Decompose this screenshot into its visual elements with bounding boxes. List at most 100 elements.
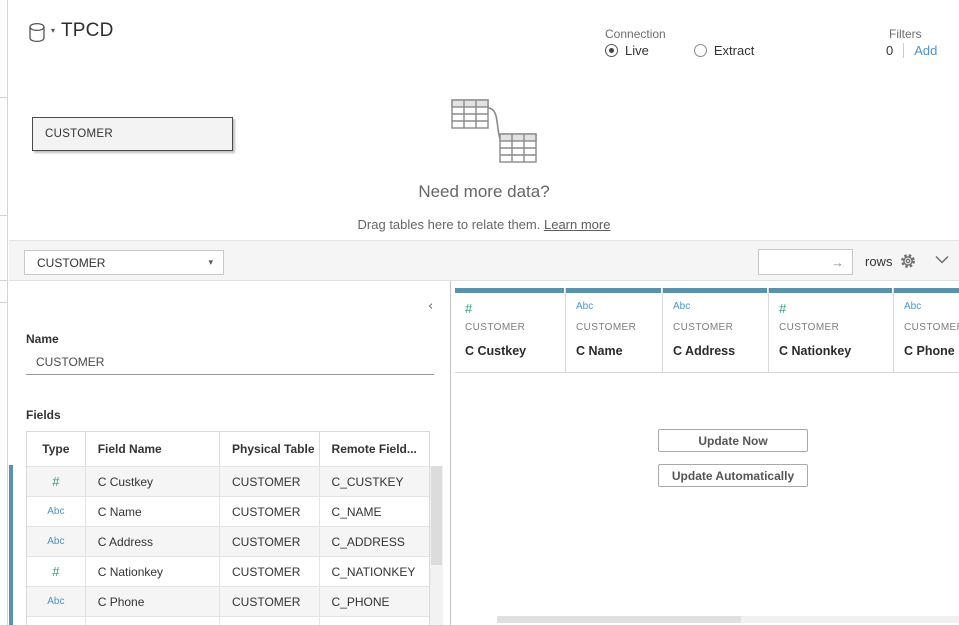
- field-name-cell: C Address: [85, 527, 219, 556]
- update-automatically-button[interactable]: Update Automatically: [658, 464, 808, 487]
- column-accent-bar: [566, 288, 661, 293]
- fields-table-header: Type Field Name Physical Table Remote Fi…: [27, 432, 429, 466]
- connection-options: Live Extract: [605, 43, 754, 58]
- field-name-cell: C Custkey: [85, 467, 219, 496]
- database-menu-caret-icon[interactable]: ▾: [51, 26, 55, 35]
- row-count-input[interactable]: →: [758, 249, 853, 275]
- col-header-remote-field[interactable]: Remote Field...: [319, 432, 429, 466]
- column-table-name: CUSTOMER: [673, 322, 733, 333]
- learn-more-link[interactable]: Learn more: [544, 217, 610, 232]
- update-now-button[interactable]: Update Now: [658, 429, 808, 452]
- remote-field-cell: C_NAME: [319, 497, 429, 526]
- data-grid-headers: # CUSTOMER C Custkey Abc CUSTOMER C Name…: [455, 288, 959, 373]
- grid-column-header[interactable]: Abc CUSTOMER C Phone: [894, 288, 959, 372]
- live-radio[interactable]: [605, 44, 618, 57]
- connection-label: Connection: [605, 27, 666, 41]
- column-accent-bar: [455, 288, 564, 293]
- field-type-icon: Abc: [673, 301, 690, 312]
- field-type-icon: Abc: [904, 301, 921, 312]
- table-row[interactable]: # C Nationkey CUSTOMER C_NATIONKEY: [27, 556, 429, 586]
- physical-table-cell: CUSTOMER: [219, 527, 319, 556]
- column-field-name: C Name: [576, 344, 623, 358]
- field-type-icon: #: [779, 301, 786, 316]
- col-header-type[interactable]: Type: [27, 432, 85, 466]
- chevron-down-icon: ▾: [208, 257, 213, 268]
- table-row[interactable]: [27, 616, 429, 626]
- column-table-name: CUSTOMER: [904, 322, 959, 333]
- apply-rows-arrow-icon[interactable]: →: [831, 255, 844, 270]
- physical-table-cell: CUSTOMER: [219, 557, 319, 586]
- physical-table-cell: CUSTOMER: [219, 497, 319, 526]
- datasource-header: ▾ TPCD Connection Live Extract Filters 0…: [9, 0, 959, 86]
- table-name-field[interactable]: CUSTOMER: [26, 349, 434, 375]
- filters-separator: [903, 43, 904, 58]
- table-row[interactable]: Abc C Name CUSTOMER C_NAME: [27, 496, 429, 526]
- column-field-name: C Nationkey: [779, 344, 851, 358]
- add-filter-link[interactable]: Add: [914, 43, 937, 58]
- datasource-page: ▾ TPCD Connection Live Extract Filters 0…: [0, 0, 959, 626]
- fields-label: Fields: [26, 408, 61, 422]
- table-select-dropdown[interactable]: CUSTOMER ▾: [24, 250, 224, 275]
- fields-table-accent-bar: [9, 465, 13, 625]
- col-header-field-name[interactable]: Field Name: [85, 432, 219, 466]
- relate-tables-illustration-icon: [438, 96, 542, 166]
- physical-table-cell: CUSTOMER: [219, 467, 319, 496]
- field-name-cell: C Nationkey: [85, 557, 219, 586]
- scrollbar-thumb[interactable]: [431, 466, 442, 565]
- column-field-name: C Custkey: [465, 344, 526, 358]
- column-table-name: CUSTOMER: [576, 322, 636, 333]
- collapse-panel-chevron-icon[interactable]: ‹: [428, 299, 433, 314]
- field-type-icon[interactable]: #: [52, 564, 59, 579]
- field-type-icon[interactable]: Abc: [47, 536, 64, 547]
- pane-divider: [0, 215, 8, 216]
- customer-table-node[interactable]: CUSTOMER: [32, 117, 233, 151]
- table-details-toolbar: CUSTOMER ▾ → rows: [9, 241, 959, 281]
- remote-field-cell: C_ADDRESS: [319, 527, 429, 556]
- filters-count: 0: [886, 43, 893, 58]
- data-grid: # CUSTOMER C Custkey Abc CUSTOMER C Name…: [451, 281, 959, 625]
- pane-divider: [0, 302, 8, 303]
- grid-column-header[interactable]: Abc CUSTOMER C Address: [663, 288, 769, 372]
- remote-field-cell: C_PHONE: [319, 587, 429, 616]
- table-row[interactable]: Abc C Phone CUSTOMER C_PHONE: [27, 586, 429, 616]
- empty-state-hint: Drag tables here to relate them. Learn m…: [9, 217, 959, 232]
- remote-field-cell: C_NATIONKEY: [319, 557, 429, 586]
- scrollbar-thumb[interactable]: [497, 616, 741, 623]
- grid-column-header[interactable]: Abc CUSTOMER C Name: [566, 288, 663, 372]
- fields-table-scrollbar[interactable]: [430, 466, 443, 625]
- table-row[interactable]: # C Custkey CUSTOMER C_CUSTKEY: [27, 466, 429, 496]
- field-type-icon: #: [465, 301, 472, 316]
- grid-column-header[interactable]: # CUSTOMER C Custkey: [455, 288, 566, 372]
- empty-state-title: Need more data?: [9, 182, 959, 202]
- pane-divider: [0, 97, 8, 98]
- grid-column-header[interactable]: # CUSTOMER C Nationkey: [769, 288, 894, 372]
- field-type-icon[interactable]: #: [52, 474, 59, 489]
- physical-table-cell: CUSTOMER: [219, 587, 319, 616]
- extract-radio-label[interactable]: Extract: [714, 43, 754, 58]
- table-details-area: ‹ Name CUSTOMER Fields Type Field Name P…: [9, 281, 959, 625]
- collapse-grid-chevron-icon[interactable]: [935, 255, 951, 267]
- field-type-icon[interactable]: Abc: [47, 506, 64, 517]
- collapsed-connections-pane[interactable]: [0, 0, 8, 626]
- datasource-title[interactable]: TPCD: [61, 20, 114, 42]
- rows-label: rows: [865, 254, 892, 269]
- filters-controls: 0 Add: [886, 43, 937, 58]
- extract-radio[interactable]: [694, 44, 707, 57]
- fields-table: Type Field Name Physical Table Remote Fi…: [26, 431, 430, 625]
- column-accent-bar: [663, 288, 767, 293]
- remote-field-cell: C_CUSTKEY: [319, 467, 429, 496]
- live-radio-label[interactable]: Live: [625, 43, 649, 58]
- grid-settings-gear-icon[interactable]: [899, 252, 919, 272]
- field-type-icon[interactable]: Abc: [47, 596, 64, 607]
- relationship-canvas[interactable]: CUSTOMER: [9, 86, 959, 241]
- column-accent-bar: [769, 288, 892, 293]
- column-field-name: C Address: [673, 344, 735, 358]
- empty-state-hint-text: Drag tables here to relate them.: [358, 217, 541, 232]
- field-type-icon: Abc: [576, 301, 593, 312]
- database-icon[interactable]: [28, 22, 48, 44]
- table-row[interactable]: Abc C Address CUSTOMER C_ADDRESS: [27, 526, 429, 556]
- col-header-physical-table[interactable]: Physical Table: [219, 432, 319, 466]
- data-grid-hscrollbar[interactable]: [497, 616, 959, 623]
- filters-label: Filters: [889, 27, 922, 41]
- column-table-name: CUSTOMER: [465, 322, 525, 333]
